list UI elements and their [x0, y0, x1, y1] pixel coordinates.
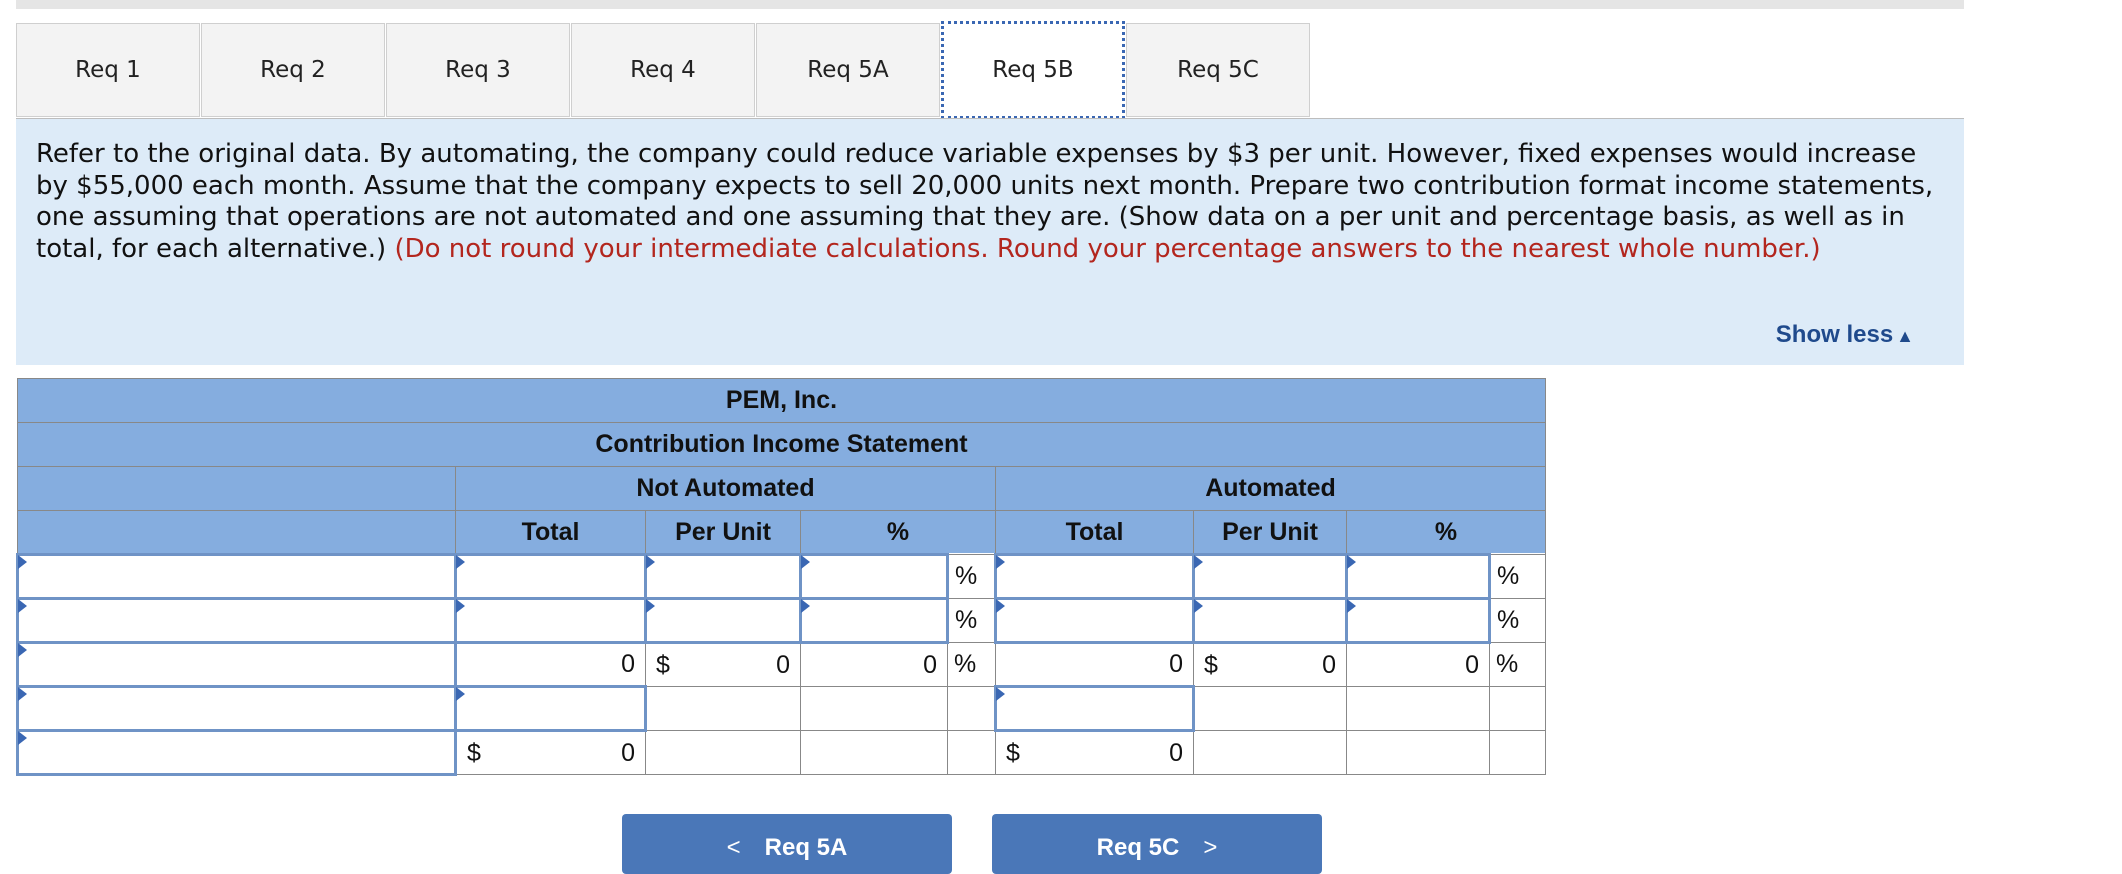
row1-na-pct-input[interactable]: [799, 553, 949, 600]
row5-a-dollar: $: [1006, 738, 1020, 767]
row1-na-total-input[interactable]: [454, 553, 647, 600]
row4-blank-2: [800, 686, 948, 731]
row4-blank-5: [1346, 686, 1490, 731]
row4-a-total-input[interactable]: [994, 685, 1195, 732]
row5-blank-4: [1193, 730, 1347, 775]
row4-blank-4: [1193, 686, 1347, 731]
row1-a-pct-symbol: %: [1489, 554, 1546, 599]
chevron-right-icon: >: [1203, 834, 1218, 861]
col-pct-automated: %: [1346, 510, 1546, 555]
row1-label-input[interactable]: [16, 553, 457, 600]
row5-blank-2: [800, 730, 948, 775]
show-less-label: Show less: [1775, 321, 1894, 348]
row3-a-per-unit: $0: [1193, 642, 1347, 687]
row3-a-total: 0: [995, 642, 1194, 687]
row2-label-input[interactable]: [16, 597, 457, 644]
row2-na-per-unit-input[interactable]: [644, 597, 802, 644]
col-pct-not-automated: %: [800, 510, 996, 555]
tab-req-5a[interactable]: Req 5A: [756, 23, 940, 117]
col-per-unit-automated: Per Unit: [1193, 510, 1347, 555]
row3-na-total: 0: [455, 642, 646, 687]
row1-a-pct-input[interactable]: [1345, 553, 1491, 600]
table-row: 0 $0 0 % 0 $0 0 %: [16, 641, 1546, 688]
row2-na-total-input[interactable]: [454, 597, 647, 644]
tab-req-4[interactable]: Req 4: [571, 23, 755, 117]
col-per-unit-not-automated: Per Unit: [645, 510, 801, 555]
prev-req-button[interactable]: < Req 5A: [622, 814, 952, 874]
tab-req-5c[interactable]: Req 5C: [1126, 23, 1310, 117]
table-row: % %: [16, 553, 1546, 600]
table-row: % %: [16, 597, 1546, 644]
row1-na-pct-symbol: %: [947, 554, 996, 599]
prev-req-label: Req 5A: [764, 834, 848, 861]
row5-blank-3: [947, 730, 996, 775]
header-blank-2: [17, 510, 456, 555]
row4-blank-3: [947, 686, 996, 731]
row2-a-per-unit-input[interactable]: [1192, 597, 1348, 644]
row4-blank-6: [1489, 686, 1546, 731]
next-req-label: Req 5C: [1096, 834, 1180, 861]
row5-blank-6: [1489, 730, 1546, 775]
row3-na-pct: 0: [800, 642, 948, 687]
next-req-button[interactable]: Req 5C >: [992, 814, 1322, 874]
tab-req-3[interactable]: Req 3: [386, 23, 570, 117]
row1-a-per-unit-input[interactable]: [1192, 553, 1348, 600]
row2-a-pct-symbol: %: [1489, 598, 1546, 643]
triangle-up-icon: ▲: [1896, 326, 1914, 346]
requirement-tabs: Req 1 Req 2 Req 3 Req 4 Req 5A Req 5B Re…: [16, 21, 1964, 119]
row4-label-input[interactable]: [16, 685, 457, 732]
tab-req-1[interactable]: Req 1: [16, 23, 200, 117]
company-name: PEM, Inc.: [17, 378, 1546, 423]
row2-a-total-input[interactable]: [994, 597, 1195, 644]
instructions-panel: Refer to the original data. By automatin…: [16, 119, 1964, 365]
col-total-automated: Total: [995, 510, 1194, 555]
show-less-link[interactable]: Show less ▲: [1776, 319, 1914, 353]
row3-na-dollar: $: [656, 650, 670, 679]
row3-na-per-unit: $0: [645, 642, 801, 687]
row3-na-per-unit-value: 0: [776, 650, 790, 679]
row4-na-total-input[interactable]: [454, 685, 647, 732]
row2-na-pct-input[interactable]: [799, 597, 949, 644]
row2-a-pct-input[interactable]: [1345, 597, 1491, 644]
row5-label-input[interactable]: [16, 729, 457, 776]
statement-title: Contribution Income Statement: [17, 422, 1546, 467]
row5-blank-1: [645, 730, 801, 775]
group-automated: Automated: [995, 466, 1546, 511]
row3-a-dollar: $: [1204, 650, 1218, 679]
rounding-note: (Do not round your intermediate calculat…: [394, 233, 1821, 264]
group-not-automated: Not Automated: [455, 466, 996, 511]
row3-label-input[interactable]: [16, 641, 457, 688]
col-total-not-automated: Total: [455, 510, 646, 555]
table-row: $0 $0: [16, 729, 1546, 776]
tab-req-5b[interactable]: Req 5B: [941, 21, 1125, 119]
row5-na-total-value: 0: [621, 738, 635, 767]
row2-na-pct-symbol: %: [947, 598, 996, 643]
row5-na-total: $0: [455, 730, 646, 775]
row5-blank-5: [1346, 730, 1490, 775]
row3-na-pct-symbol: %: [947, 642, 996, 687]
contribution-income-statement: PEM, Inc. Contribution Income Statement …: [16, 378, 1546, 776]
row1-a-total-input[interactable]: [994, 553, 1195, 600]
row4-blank-1: [645, 686, 801, 731]
row3-a-pct-symbol: %: [1489, 642, 1546, 687]
row5-a-total-value: 0: [1169, 738, 1183, 767]
row3-a-per-unit-value: 0: [1322, 650, 1336, 679]
row5-na-dollar: $: [467, 738, 481, 767]
top-progress-bar: [16, 0, 1964, 9]
row5-a-total: $0: [995, 730, 1194, 775]
table-row: [16, 685, 1546, 732]
tab-req-2[interactable]: Req 2: [201, 23, 385, 117]
row3-a-pct: 0: [1346, 642, 1490, 687]
header-blank: [17, 466, 456, 511]
row1-na-per-unit-input[interactable]: [644, 553, 802, 600]
chevron-left-icon: <: [726, 834, 741, 861]
